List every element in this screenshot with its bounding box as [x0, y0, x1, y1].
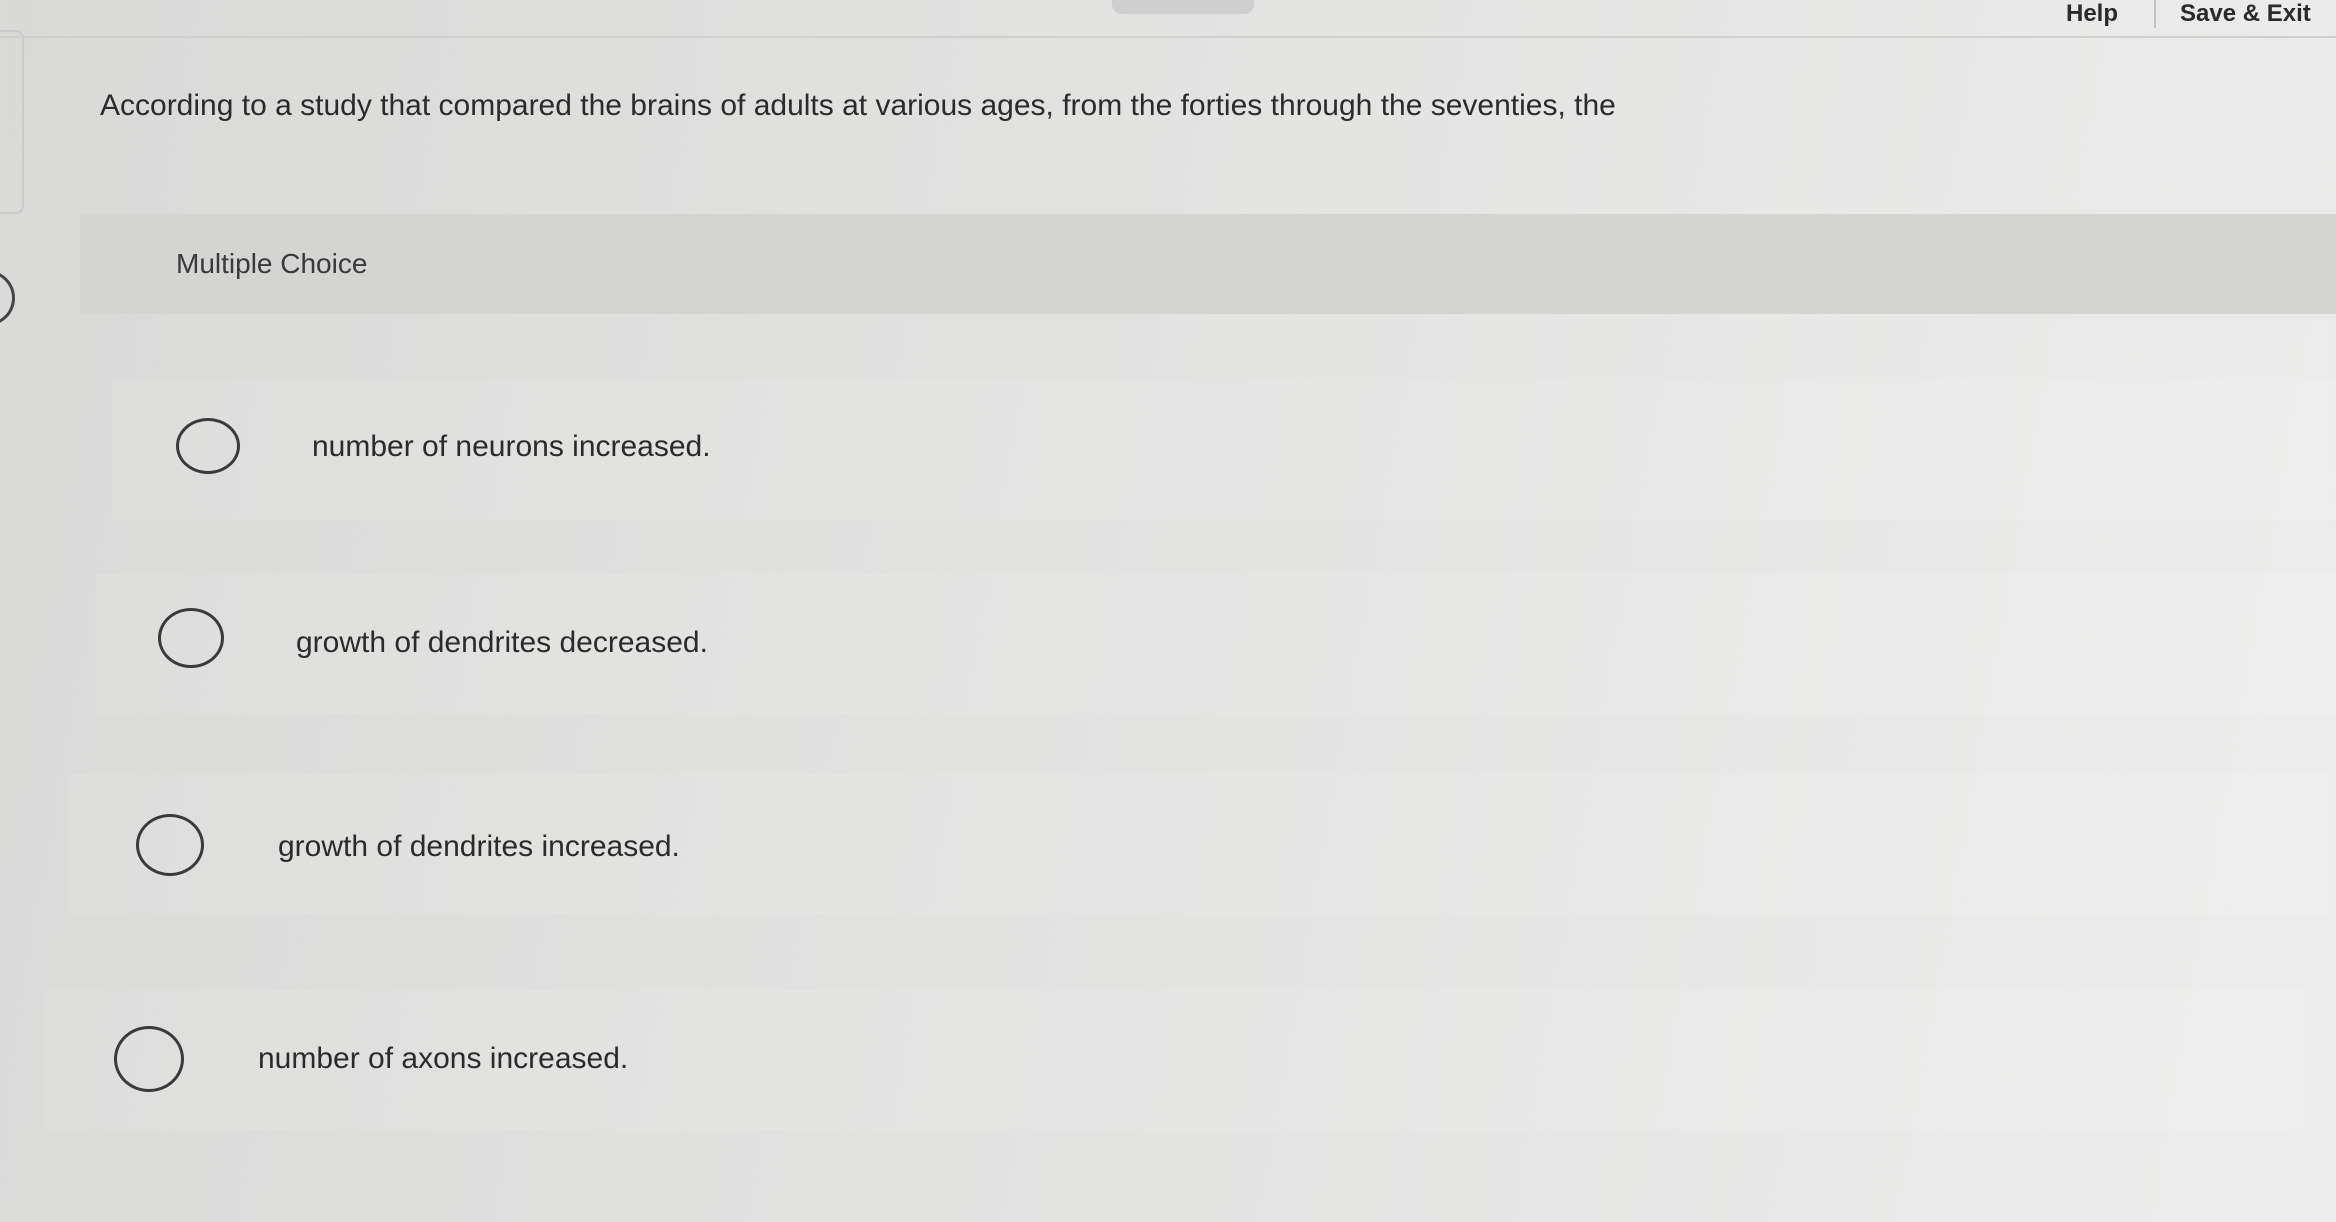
toolbar-divider	[2154, 0, 2156, 28]
top-tab-handle	[1112, 0, 1254, 14]
answer-option[interactable]: growth of dendrites decreased.	[96, 574, 2336, 714]
answer-option-label: growth of dendrites increased.	[278, 830, 680, 863]
question-type-header: Multiple Choice	[80, 214, 2336, 314]
answer-option[interactable]: number of neurons increased.	[112, 380, 2336, 520]
answer-option-label: number of axons increased.	[258, 1042, 629, 1075]
save-and-exit-button[interactable]: Save & Exit	[2180, 0, 2311, 28]
help-button[interactable]: Help	[2066, 0, 2118, 28]
collapse-chevron-icon[interactable]	[0, 270, 15, 326]
question-prompt: According to a study that compared the b…	[100, 89, 1616, 122]
answer-option-label: number of neurons increased.	[312, 430, 711, 463]
radio-button-icon[interactable]	[176, 418, 240, 474]
answer-option-label: growth of dendrites decreased.	[296, 626, 708, 659]
radio-button-icon[interactable]	[114, 1026, 184, 1092]
answer-option[interactable]: number of axons increased.	[44, 990, 2304, 1130]
side-panel-edge	[0, 30, 24, 214]
radio-button-icon[interactable]	[136, 814, 204, 876]
radio-button-icon[interactable]	[158, 608, 224, 668]
header-divider	[0, 36, 2336, 38]
top-bar: Help Save & Exit	[0, 0, 2336, 44]
question-type-label: Multiple Choice	[176, 248, 368, 279]
answer-option[interactable]: growth of dendrites increased.	[68, 774, 2328, 914]
